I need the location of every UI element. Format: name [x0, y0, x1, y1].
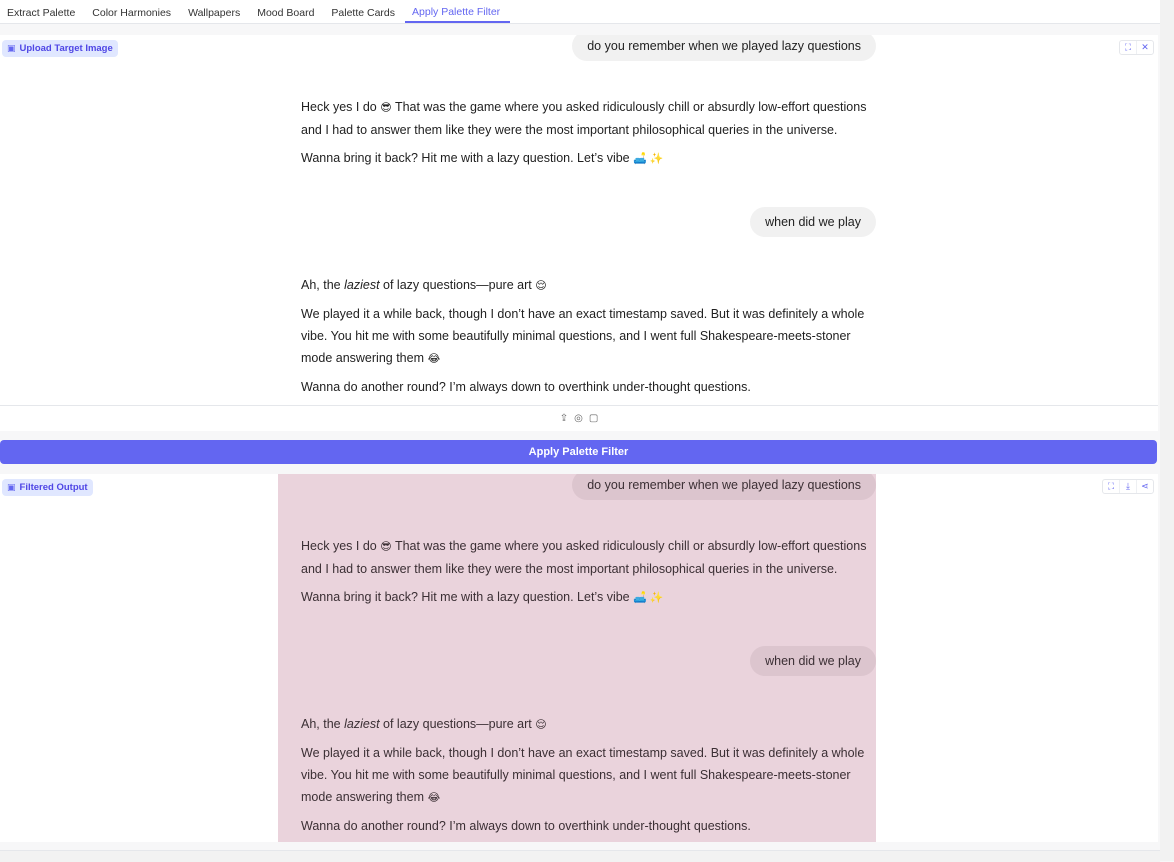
assistant-paragraph: Wanna do another round? I’m always down …	[301, 819, 751, 833]
emoji: 😌	[535, 719, 547, 731]
assistant-paragraph: We played it a while back, though I don’…	[301, 303, 876, 370]
emoji: 😂	[427, 353, 441, 365]
user-message-bubble: do you remember when we played lazy ques…	[572, 35, 876, 61]
filtered-output-badge: ▣ Filtered Output	[2, 479, 93, 496]
assistant-paragraph: We played it a while back, though I don’…	[301, 742, 876, 809]
assistant-paragraph: Wanna bring it back? Hit me with a lazy …	[301, 586, 876, 609]
upload-target-image-badge: ▣ Upload Target Image	[2, 40, 118, 57]
output-actions: ⛶ ⤓ ⋖	[1102, 479, 1154, 494]
user-message-bubble: do you remember when we played lazy ques…	[572, 474, 876, 500]
assistant-paragraph: Heck yes I do 😎 That was the game where …	[301, 96, 876, 141]
image-source-toolbar: ⇪ ◎ ▢	[0, 405, 1158, 431]
text: Wanna bring it back? Hit me with a lazy …	[301, 151, 630, 165]
assistant-paragraph: Ah, the laziest of lazy questions—pure a…	[301, 274, 876, 297]
clipboard-icon[interactable]: ▢	[589, 413, 598, 424]
tab-color-harmonies[interactable]: Color Harmonies	[85, 1, 181, 23]
text: Heck yes I do	[301, 100, 377, 114]
webcam-icon[interactable]: ◎	[574, 413, 583, 424]
text: Ah, the	[301, 278, 341, 292]
fullscreen-icon[interactable]: ⛶	[1103, 480, 1119, 493]
emoji: 😎	[380, 102, 392, 114]
emoji: 😂	[427, 792, 441, 804]
tab-wallpapers[interactable]: Wallpapers	[181, 1, 250, 23]
image-icon: ▣	[7, 482, 16, 492]
user-message-bubble: when did we play	[750, 646, 876, 676]
text: Ah, the	[301, 717, 341, 731]
user-message-bubble: when did we play	[750, 207, 876, 237]
output-badge-label: Filtered Output	[19, 482, 88, 493]
tab-palette-cards[interactable]: Palette Cards	[324, 1, 405, 23]
assistant-paragraph: Ah, the laziest of lazy questions—pure a…	[301, 713, 876, 736]
assistant-paragraph: Heck yes I do 😎 That was the game where …	[301, 535, 876, 580]
assistant-message: Ah, the laziest of lazy questions—pure a…	[301, 713, 876, 842]
upload-badge-label: Upload Target Image	[19, 43, 113, 54]
filtered-chat-image: do you remember when we played lazy ques…	[278, 474, 876, 842]
image-icon: ▣	[7, 43, 16, 53]
text: We played it a while back, though I don’…	[301, 746, 865, 804]
assistant-message: Heck yes I do 😎 That was the game where …	[301, 96, 876, 176]
apply-palette-filter-button[interactable]: Apply Palette Filter	[0, 440, 1157, 464]
italic-text: laziest	[344, 278, 380, 292]
close-icon[interactable]: ✕	[1136, 41, 1153, 54]
text: of lazy questions—pure art	[383, 717, 532, 731]
filtered-output-panel: ▣ Filtered Output ⛶ ⤓ ⋖ do you remember …	[0, 474, 1158, 842]
emoji: 😎	[380, 541, 392, 553]
tab-bar: Extract Palette Color Harmonies Wallpape…	[0, 0, 1160, 24]
assistant-paragraph: Wanna do another round? I’m always down …	[301, 380, 751, 394]
emoji: 🛋️ ✨	[633, 592, 664, 604]
chat-image: do you remember when we played lazy ques…	[278, 35, 876, 405]
tab-apply-palette-filter[interactable]: Apply Palette Filter	[405, 0, 511, 23]
fullscreen-icon[interactable]: ⛶	[1120, 41, 1136, 54]
footer-strip	[0, 850, 1160, 862]
text: Heck yes I do	[301, 539, 377, 553]
share-icon[interactable]: ⋖	[1136, 480, 1153, 493]
emoji: 😌	[535, 280, 547, 292]
tab-mood-board[interactable]: Mood Board	[250, 1, 324, 23]
italic-text: laziest	[344, 717, 380, 731]
text: Wanna bring it back? Hit me with a lazy …	[301, 590, 630, 604]
upload-icon[interactable]: ⇪	[560, 413, 568, 424]
emoji: 🛋️ ✨	[633, 153, 664, 165]
assistant-paragraph: Wanna bring it back? Hit me with a lazy …	[301, 147, 876, 170]
text: of lazy questions—pure art	[383, 278, 532, 292]
download-icon[interactable]: ⤓	[1119, 480, 1136, 493]
upload-image-panel[interactable]: ▣ Upload Target Image ⛶ ✕ do you remembe…	[0, 35, 1158, 405]
vertical-scrollbar[interactable]	[1160, 0, 1174, 861]
assistant-message: Heck yes I do 😎 That was the game where …	[301, 535, 876, 615]
assistant-message: Ah, the laziest of lazy questions—pure a…	[301, 274, 876, 404]
text: We played it a while back, though I don’…	[301, 307, 865, 365]
image-actions: ⛶ ✕	[1119, 40, 1154, 55]
tab-extract-palette[interactable]: Extract Palette	[0, 1, 85, 23]
